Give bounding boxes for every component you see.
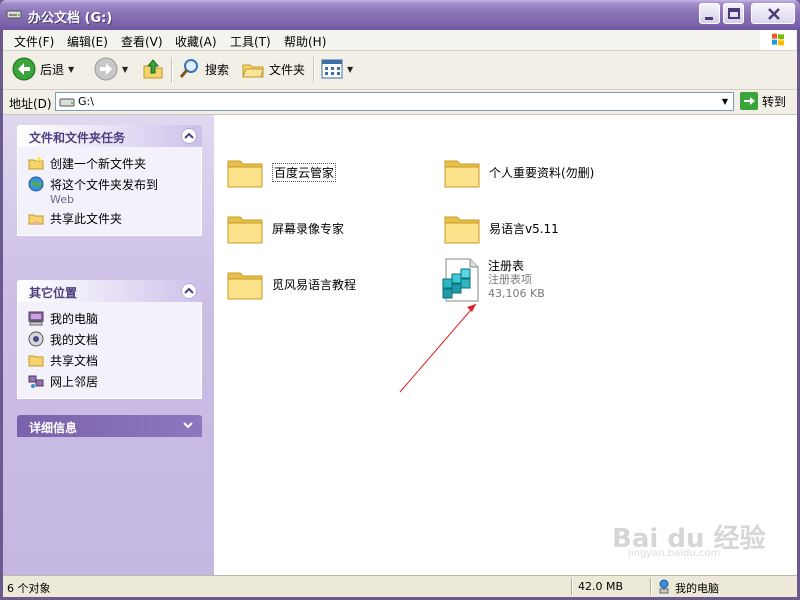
back-label: 后退 [40,62,65,77]
window-client: 文件(F) 编辑(E) 查看(V) 收藏(A) 工具(T) 帮助(H) 后退 ▼… [3,30,797,597]
other-places-title: 其它位置 [29,286,78,300]
my-computer-icon [659,579,669,594]
search-icon [179,59,198,78]
place-label: 我的文档 [50,333,99,347]
menu-help[interactable]: 帮助(H) [284,33,326,50]
back-arrow-icon [12,57,36,81]
place-label: 我的电脑 [50,312,99,326]
drive-icon [59,98,75,107]
other-places-panel: 其它位置 我的电脑 我的文档 共享文档 网上邻居 [17,280,202,399]
menu-tools[interactable]: 工具(T) [230,33,271,50]
address-dropdown-icon[interactable]: ▼ [717,93,733,110]
expand-chevron-icon[interactable] [181,418,197,434]
menu-file[interactable]: 文件(F) [14,33,54,50]
baidu-watermark-url: jingyan.baidu.com [628,548,721,559]
file-tasks-header[interactable]: 文件和文件夹任务 [17,125,202,147]
address-bar: 地址(D) G:\ ▼ 转到 [3,90,797,115]
status-separator [650,578,652,595]
task-sublabel: Web [50,193,74,206]
forward-button[interactable]: ▼ [94,55,128,83]
details-header[interactable]: 详细信息 [17,415,202,437]
other-places-header[interactable]: 其它位置 [17,280,202,302]
task-label: 将这个文件夹发布到 [50,178,159,192]
search-button[interactable]: 搜索 [177,55,229,83]
share-folder-icon [28,214,44,225]
other-places-body: 我的电脑 我的文档 共享文档 网上邻居 [17,302,202,399]
folders-button[interactable]: 文件夹 [241,55,305,83]
close-button[interactable] [751,3,795,24]
annotation-arrow [399,303,477,393]
status-size: 42.0 MB [578,580,624,593]
file-tasks-panel: 文件和文件夹任务 创建一个新文件夹 将这个文件夹发布到 Web 共享此文件夹 [17,125,202,236]
folders-icon [242,64,264,78]
task-new-folder[interactable]: 创建一个新文件夹 [18,153,201,174]
status-object-count: 6 个对象 [7,582,51,595]
go-label: 转到 [762,94,787,109]
folders-label: 文件夹 [269,62,306,77]
address-input[interactable]: G:\ ▼ [55,92,734,111]
search-label: 搜索 [205,62,230,77]
window-title: 办公文档 (G:) [28,11,113,26]
collapse-chevron-icon[interactable] [181,128,197,144]
address-label: 地址(D) [9,97,52,111]
new-folder-icon [28,156,44,170]
network-places-icon [28,375,44,388]
collapse-chevron-icon[interactable] [181,283,197,299]
file-tasks-body: 创建一个新文件夹 将这个文件夹发布到 Web 共享此文件夹 [17,147,202,236]
details-panel: 详细信息 [17,415,202,437]
task-share-folder[interactable]: 共享此文件夹 [18,208,201,229]
file-tasks-title: 文件和文件夹任务 [29,131,126,145]
status-bar: 6 个对象 42.0 MB 我的电脑 [3,575,797,597]
views-dropdown-icon[interactable]: ▼ [347,65,353,74]
status-location: 我的电脑 [675,582,719,595]
up-folder-icon [143,59,163,79]
status-separator [571,578,573,595]
drive-icon [6,10,22,19]
menu-edit[interactable]: 编辑(E) [67,33,108,50]
place-shared-documents[interactable]: 共享文档 [18,350,201,371]
menu-favorites[interactable]: 收藏(A) [175,33,217,50]
publish-web-icon [28,176,44,192]
file-list: 百度云管家 个人重要资料(勿删) 屏幕录像专家 易语言v5.11 觅风易语言教程… [214,115,797,575]
toolbar-separator [313,57,315,83]
views-icon [321,59,343,79]
place-my-computer[interactable]: 我的电脑 [18,308,201,329]
forward-arrow-icon [94,57,118,81]
views-button[interactable]: ▼ [321,55,353,83]
task-label: 创建一个新文件夹 [50,157,147,171]
task-pane: 文件和文件夹任务 创建一个新文件夹 将这个文件夹发布到 Web 共享此文件夹 其… [3,115,214,575]
menu-view[interactable]: 查看(V) [121,33,163,50]
toolbar-separator [171,57,173,83]
place-network[interactable]: 网上邻居 [18,371,201,392]
place-label: 网上邻居 [50,375,99,389]
address-value: G:\ [78,95,94,108]
back-button[interactable]: 后退 ▼ [12,55,74,83]
menu-bar: 文件(F) 编辑(E) 查看(V) 收藏(A) 工具(T) 帮助(H) [3,30,797,51]
task-publish-web[interactable]: 将这个文件夹发布到 Web [18,174,201,208]
place-label: 共享文档 [50,354,99,368]
title-bar[interactable]: 办公文档 (G:) [0,0,800,30]
my-computer-icon [28,311,44,326]
place-my-documents[interactable]: 我的文档 [18,329,201,350]
forward-dropdown-icon[interactable]: ▼ [122,65,128,74]
go-button[interactable]: 转到 [740,92,786,110]
maximize-button[interactable] [723,3,744,24]
back-dropdown-icon[interactable]: ▼ [68,65,74,74]
up-folder-button[interactable] [141,55,165,83]
shared-documents-icon [28,355,44,367]
explorer-window: 办公文档 (G:) 文件(F) 编辑(E) 查看(V) 收藏(A) 工具(T) … [0,0,800,600]
minimize-button[interactable] [699,3,720,24]
task-label: 共享此文件夹 [50,212,123,226]
my-documents-icon [28,331,44,347]
details-title: 详细信息 [29,421,78,435]
toolbar: 后退 ▼ ▼ 搜索 文件夹 ▼ [3,51,797,90]
go-arrow-icon [740,92,758,110]
windows-logo-icon [760,30,796,50]
